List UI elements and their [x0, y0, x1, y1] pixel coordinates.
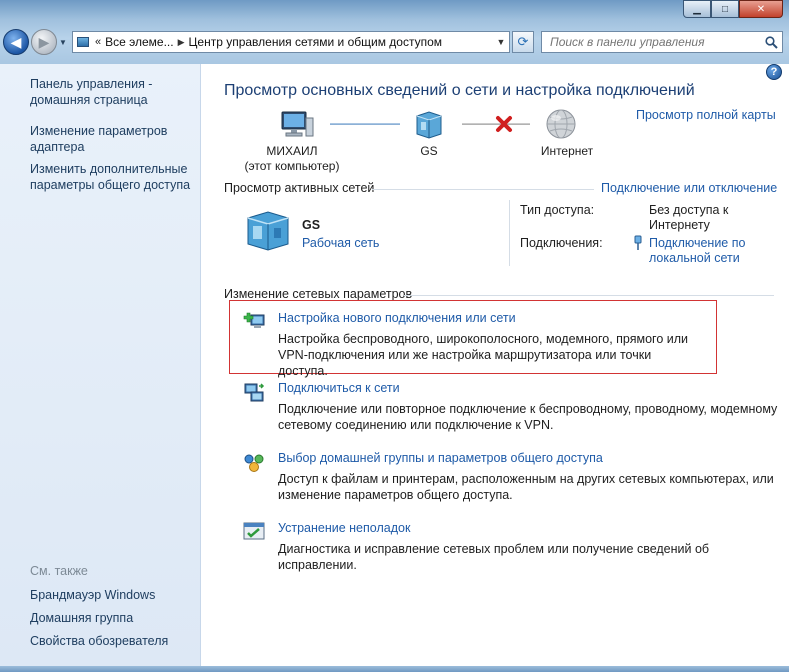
internet-label: Интернет [540, 144, 594, 158]
computer-name-label: МИХАИЛ [266, 144, 318, 158]
sidebar-link-control-panel-home[interactable]: Панель управления - домашняя страница [30, 76, 180, 108]
connect-disconnect-link[interactable]: Подключение или отключение [601, 181, 777, 195]
help-icon[interactable]: ? [766, 64, 782, 80]
change-settings-title: Изменение сетевых параметров [224, 287, 413, 301]
search-icon[interactable] [760, 35, 782, 49]
computer-sub-label: (этот компьютер) [244, 159, 340, 173]
connect-network-desc: Подключение или повторное подключение к … [278, 402, 778, 432]
disconnected-x-icon[interactable] [495, 115, 513, 136]
breadcrumb-network-center[interactable]: Центр управления сетями и общим доступом [185, 35, 447, 49]
troubleshoot-desc: Диагностика и исправление сетевых пробле… [278, 542, 710, 572]
active-network-name: GS [302, 218, 321, 232]
new-connection-icon[interactable] [242, 309, 266, 333]
window-bottom-frame [0, 666, 789, 672]
forward-button[interactable]: ▶ [31, 29, 57, 55]
connections-label: Подключения: [520, 236, 603, 250]
homegroup-link[interactable]: Выбор домашней группы и параметров общег… [278, 451, 603, 465]
refresh-button[interactable]: ⟳ [512, 31, 534, 53]
full-map-link[interactable]: Просмотр полной карты [636, 108, 776, 122]
new-connection-link[interactable]: Настройка нового подключения или сети [278, 311, 516, 325]
sidebar-link-firewall[interactable]: Брандмауэр Windows [30, 587, 155, 603]
sidebar-link-adapter-settings[interactable]: Изменение параметров адаптера [30, 123, 180, 155]
close-button[interactable]: ✕ [739, 0, 783, 18]
network-name-label: GS [420, 144, 438, 158]
troubleshoot-icon[interactable] [242, 520, 266, 544]
minimize-button[interactable]: ▁ [683, 0, 711, 18]
see-also-header: См. также [30, 564, 88, 578]
sidebar-link-internet-options[interactable]: Свойства обозревателя [30, 633, 168, 649]
recent-pages-dropdown[interactable]: ▼ [59, 38, 67, 47]
window-controls: ▁ □ ✕ [683, 0, 783, 18]
address-overflow-chevron[interactable]: « [93, 36, 101, 48]
internet-globe-icon[interactable] [545, 108, 577, 143]
active-network-icon[interactable] [242, 208, 294, 255]
computer-icon[interactable] [280, 110, 314, 143]
search-box[interactable] [541, 31, 783, 53]
network-icon[interactable] [413, 108, 445, 143]
local-connection-link[interactable]: Подключение по локальной сети [649, 236, 774, 266]
breadcrumb-all-items[interactable]: Все элеме... [101, 35, 177, 49]
active-network-separator [509, 200, 510, 266]
sidebar-link-sharing-settings[interactable]: Изменить дополнительные параметры общего… [30, 161, 195, 193]
back-button[interactable]: ◀ [3, 29, 29, 55]
access-type-label: Тип доступа: [520, 203, 595, 217]
connect-network-icon[interactable] [242, 380, 266, 404]
address-dropdown-icon[interactable]: ▼ [493, 37, 509, 47]
page-title: Просмотр основных сведений о сети и наст… [224, 82, 695, 99]
breadcrumb-separator-icon[interactable]: ▶ [178, 37, 185, 48]
homegroup-icon[interactable] [242, 451, 266, 475]
search-input[interactable] [550, 35, 755, 49]
sidebar-link-homegroup[interactable]: Домашняя группа [30, 610, 133, 626]
active-networks-title: Просмотр активных сетей [224, 181, 375, 195]
connect-network-link[interactable]: Подключиться к сети [278, 381, 400, 395]
address-bar[interactable]: « Все элеме... ▶ Центр управления сетями… [72, 31, 510, 53]
change-settings-divider [404, 295, 774, 296]
troubleshoot-link[interactable]: Устранение неполадок [278, 521, 410, 535]
control-panel-icon [73, 32, 93, 52]
arrow-left-icon: ◀ [10, 33, 22, 50]
connection-line-computer-network [330, 123, 400, 125]
active-networks-divider [372, 189, 594, 190]
refresh-icon: ⟳ [517, 34, 529, 49]
ethernet-plug-icon [633, 235, 643, 254]
arrow-right-icon: ▶ [38, 33, 50, 50]
access-type-value: Без доступа к Интернету [649, 203, 729, 232]
network-type-link[interactable]: Рабочая сеть [302, 236, 379, 250]
maximize-button[interactable]: □ [711, 0, 739, 18]
new-connection-desc: Настройка беспроводного, широкополосного… [278, 332, 689, 378]
homegroup-desc: Доступ к файлам и принтерам, расположенн… [278, 472, 774, 502]
